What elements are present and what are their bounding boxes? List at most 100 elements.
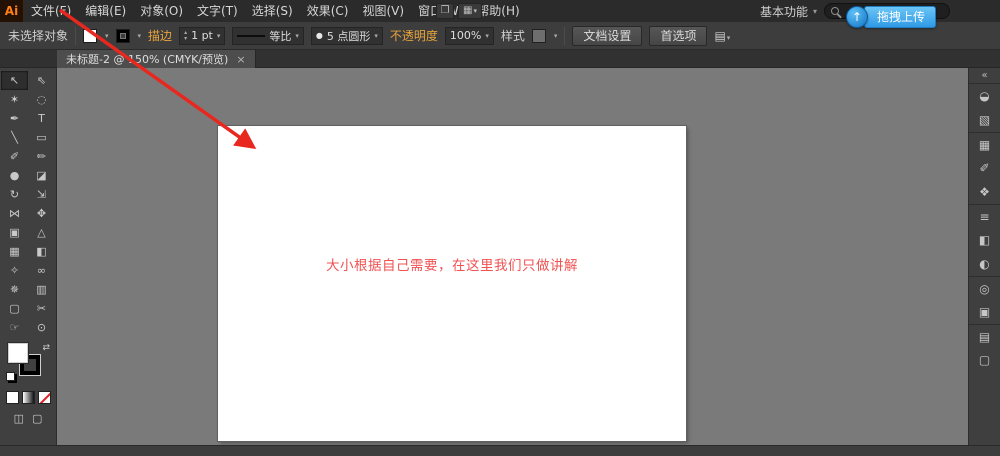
- graphic-styles-panel-icon[interactable]: ▣: [969, 300, 1000, 324]
- stroke-panel-icon[interactable]: ≡: [969, 204, 1000, 228]
- document-tab-title: 未标题-2 @ 150% (CMYK/预览): [66, 53, 229, 66]
- fill-swatch[interactable]: [8, 343, 28, 363]
- transparency-panel-icon[interactable]: ◐: [969, 252, 1000, 276]
- drawing-modes-button[interactable]: ◫: [14, 412, 24, 425]
- type-tool[interactable]: T: [28, 109, 55, 128]
- menu-item[interactable]: 选择(S): [245, 0, 300, 22]
- width-tool[interactable]: ⋈: [1, 204, 28, 223]
- document-setup-button[interactable]: 文档设置: [572, 25, 643, 46]
- appearance-panel-icon[interactable]: ◎: [969, 276, 1000, 300]
- swap-fill-stroke-icon[interactable]: ⇄: [42, 343, 50, 353]
- column-graph-tool[interactable]: ▥: [28, 280, 55, 299]
- paintbrush-tool[interactable]: ✐: [1, 147, 28, 166]
- stroke-profile-preview: [237, 34, 266, 37]
- expand-panels-icon[interactable]: «: [969, 68, 1000, 84]
- line-segment-tool[interactable]: ╲: [1, 128, 28, 147]
- slice-tool[interactable]: ✂: [28, 299, 55, 318]
- dock-icon-list: ◒ ▧ ▦ ✐ ❖ ≡ ◧ ◐ ◎ ▣ ▤ ▢: [969, 84, 1000, 372]
- screen-mode-button[interactable]: ▢: [32, 412, 42, 425]
- control-panel-menu-icon[interactable]: ▤▾: [714, 29, 730, 43]
- color-panel-icon[interactable]: ◒: [969, 84, 1000, 108]
- gradient-mode-button[interactable]: [21, 391, 35, 404]
- menu-item[interactable]: 编辑(E): [78, 0, 133, 22]
- chevron-down-icon[interactable]: ▾: [374, 32, 378, 40]
- document-tab[interactable]: 未标题-2 @ 150% (CMYK/预览) ×: [57, 50, 256, 68]
- illustrator-logo-text: Ai: [4, 4, 19, 18]
- scale-tool[interactable]: ⇲: [28, 185, 55, 204]
- pen-tool[interactable]: ✒: [1, 109, 28, 128]
- workspace-label: 基本功能: [760, 4, 809, 19]
- mesh-tool[interactable]: ▦: [1, 242, 28, 261]
- stroke-width-combo[interactable]: ▴ ▾ 1 pt ▾: [179, 26, 226, 45]
- default-fill-stroke-icon[interactable]: [6, 372, 15, 381]
- rotate-tool[interactable]: ↻: [1, 185, 28, 204]
- symbol-sprayer-tool[interactable]: ✵: [1, 280, 28, 299]
- chevron-down-icon[interactable]: ▾: [138, 32, 142, 40]
- gradient-panel-icon[interactable]: ◧: [969, 228, 1000, 252]
- fill-color-swatch[interactable]: [83, 28, 98, 43]
- chevron-down-icon[interactable]: ▾: [554, 32, 558, 40]
- opacity-value: 100%: [449, 29, 482, 42]
- zoom-tool[interactable]: ⊙: [28, 318, 55, 337]
- chevron-down-icon[interactable]: ▾: [105, 32, 109, 40]
- stroke-link[interactable]: 描边: [148, 27, 172, 44]
- preferences-button[interactable]: 首选项: [649, 25, 708, 46]
- artboard-text: 大小根据自己需要，在这里我们只做讲解: [326, 258, 578, 274]
- none-mode-button[interactable]: [37, 391, 51, 404]
- menu-item[interactable]: 效果(C): [300, 0, 356, 22]
- menu-item[interactable]: 文字(T): [190, 0, 245, 22]
- menu-item[interactable]: 文件(F): [24, 0, 78, 22]
- menu-item[interactable]: 对象(O): [133, 0, 190, 22]
- perspective-grid-tool[interactable]: △: [28, 223, 55, 242]
- opacity-link[interactable]: 不透明度: [390, 27, 438, 44]
- stroke-color-swatch[interactable]: [115, 28, 130, 43]
- opacity-combo[interactable]: 100% ▾: [444, 26, 494, 45]
- chevron-down-icon: ▾: [473, 7, 477, 15]
- shape-builder-tool[interactable]: ▣: [1, 223, 28, 242]
- pencil-tool[interactable]: ✏: [28, 147, 55, 166]
- direct-selection-tool[interactable]: ⇖: [28, 71, 55, 90]
- arrange-documents-icon[interactable]: ❐: [436, 3, 454, 19]
- color-guide-panel-icon[interactable]: ▧: [969, 108, 1000, 132]
- document-tab-bar: 未标题-2 @ 150% (CMYK/预览) ×: [0, 50, 1000, 68]
- blob-brush-tool[interactable]: ●: [1, 166, 28, 185]
- blend-tool[interactable]: ∞: [28, 261, 55, 280]
- illustrator-logo[interactable]: Ai: [0, 0, 24, 22]
- color-mode-button[interactable]: [5, 391, 19, 404]
- document-layout-icon[interactable]: ▦▾: [458, 3, 482, 19]
- upload-badge-label: 拖拽上传: [864, 6, 937, 28]
- chevron-down-icon[interactable]: ▾: [217, 32, 221, 40]
- eraser-tool[interactable]: ◪: [28, 166, 55, 185]
- workspace-switcher[interactable]: 基本功能 ▾: [752, 0, 825, 22]
- stepper-arrows[interactable]: ▴ ▾: [184, 29, 187, 42]
- search-icon: [831, 7, 839, 15]
- layers-panel-icon[interactable]: ▤: [969, 324, 1000, 348]
- magic-wand-tool[interactable]: ✶: [1, 90, 28, 109]
- artboards-panel-icon[interactable]: ▢: [969, 348, 1000, 372]
- rectangle-tool[interactable]: ▭: [28, 128, 55, 147]
- separator: [564, 26, 566, 45]
- close-icon[interactable]: ×: [236, 53, 245, 66]
- menu-item[interactable]: 视图(V): [355, 0, 411, 22]
- brush-combo[interactable]: ● 5 点圆形 ▾: [310, 26, 383, 45]
- eyedropper-tool[interactable]: ✧: [1, 261, 28, 280]
- chevron-down-icon[interactable]: ▾: [295, 32, 299, 40]
- cloud-upload-icon[interactable]: ↑: [846, 6, 868, 28]
- brushes-panel-icon[interactable]: ✐: [969, 156, 1000, 180]
- artboard[interactable]: 大小根据自己需要，在这里我们只做讲解: [218, 126, 686, 441]
- canvas-area[interactable]: 大小根据自己需要，在这里我们只做讲解: [57, 68, 968, 445]
- upload-badge[interactable]: ↑ 拖拽上传: [846, 6, 937, 28]
- stroke-profile-combo[interactable]: 等比 ▾: [232, 26, 304, 45]
- artboard-tool[interactable]: ▢: [1, 299, 28, 318]
- swatches-panel-icon[interactable]: ▦: [969, 132, 1000, 156]
- chevron-down-icon[interactable]: ▾: [485, 32, 489, 40]
- style-swatch[interactable]: [531, 28, 546, 43]
- symbols-panel-icon[interactable]: ❖: [969, 180, 1000, 204]
- gradient-tool[interactable]: ◧: [28, 242, 55, 261]
- free-transform-tool[interactable]: ✥: [28, 204, 55, 223]
- stroke-profile-value: 等比: [269, 29, 292, 43]
- tools-panel: ↖ ⇖ ✶ ◌ ✒ T ╲ ▭ ✐ ✏ ● ◪ ↻ ⇲ ⋈ ✥ ▣ △ ▦ ◧ …: [0, 68, 57, 445]
- hand-tool[interactable]: ☞: [1, 318, 28, 337]
- lasso-tool[interactable]: ◌: [28, 90, 55, 109]
- selection-tool[interactable]: ↖: [1, 71, 28, 90]
